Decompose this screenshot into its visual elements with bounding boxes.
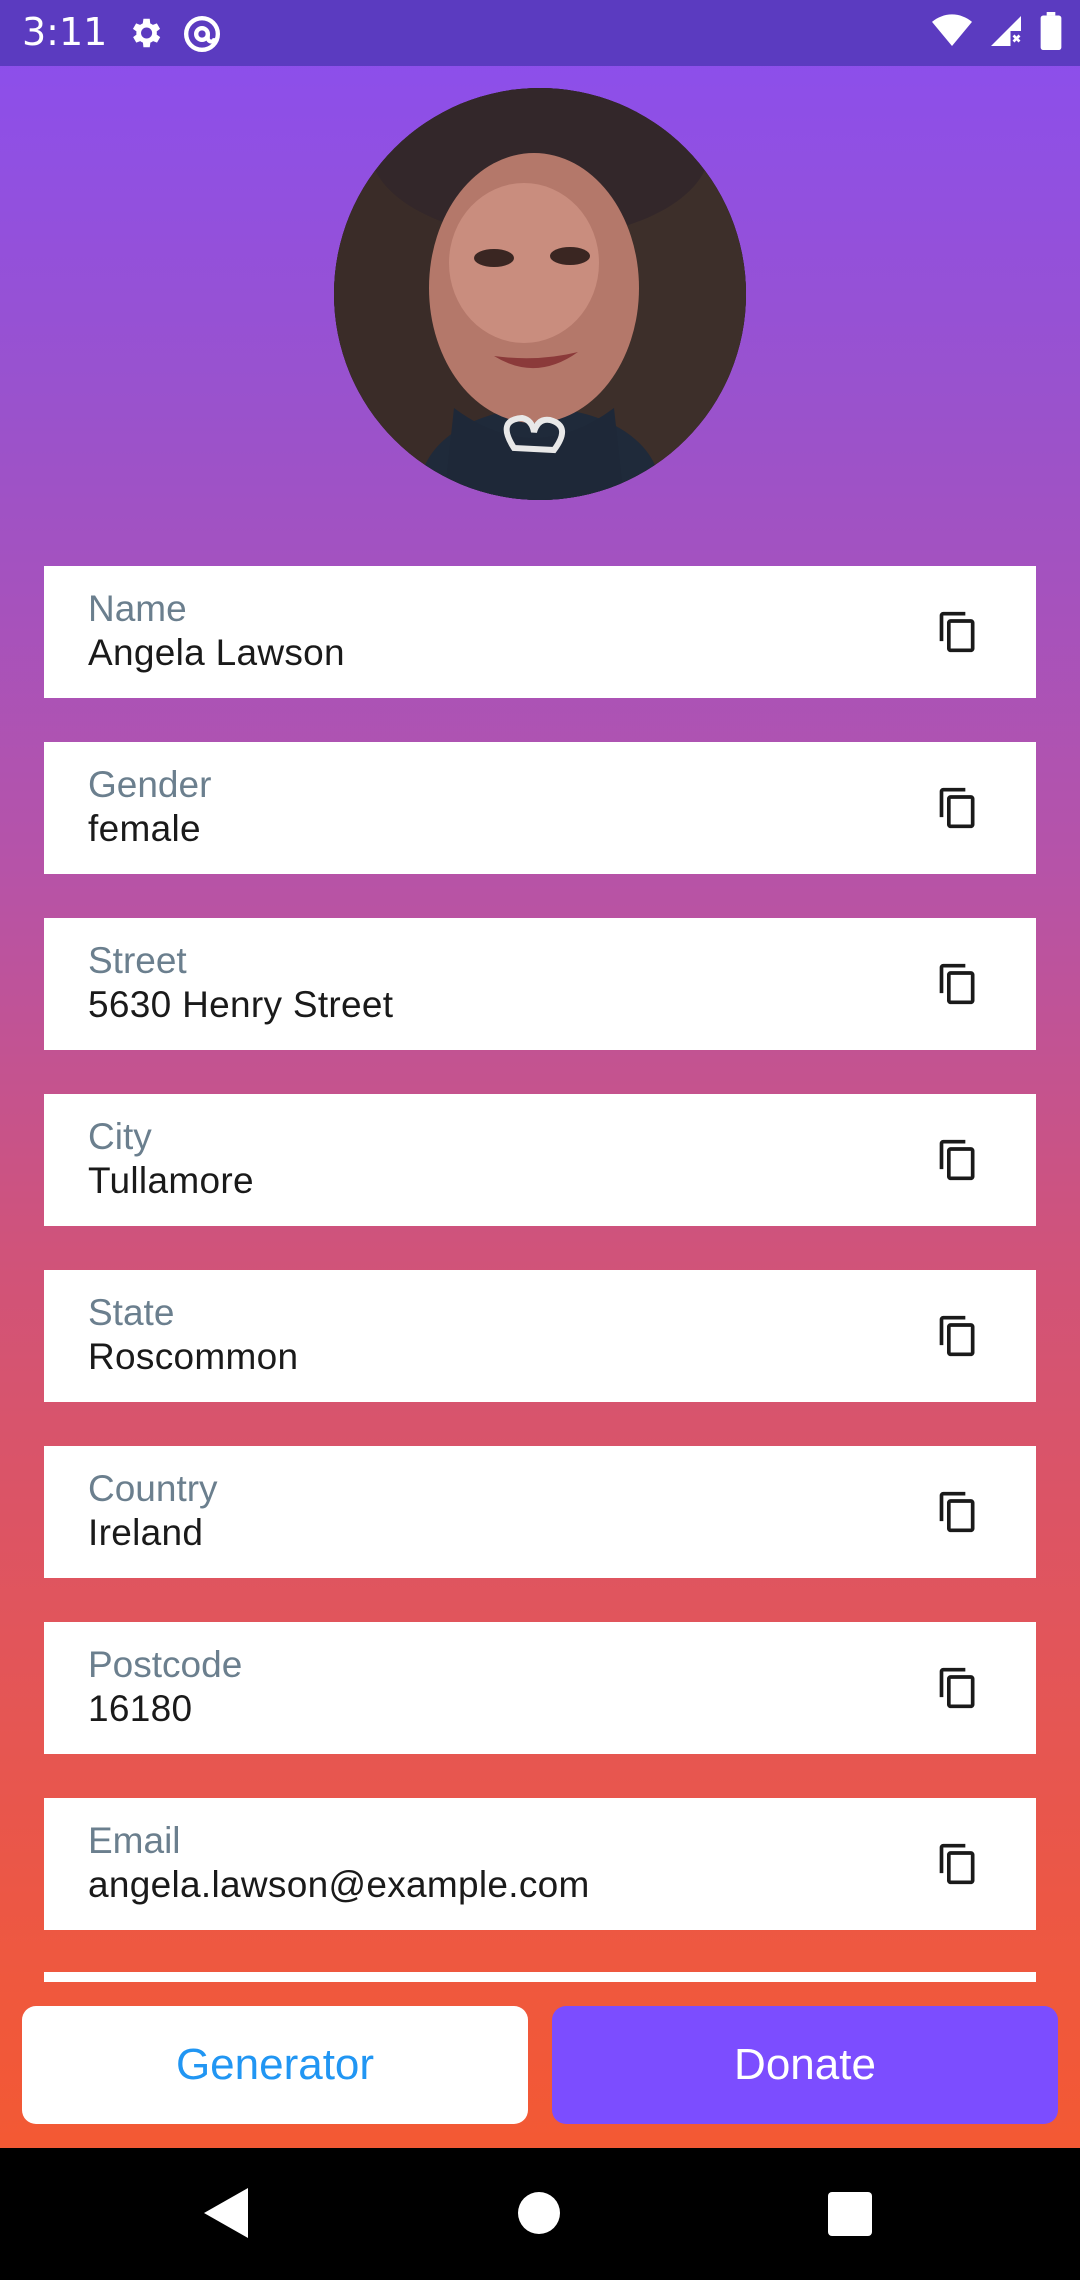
field-label: Gender — [88, 764, 212, 805]
field-card-name: Name Angela Lawson — [44, 566, 1036, 698]
field-label: Postcode — [88, 1644, 243, 1685]
profile-photo — [334, 88, 746, 500]
generator-button[interactable]: Generator — [22, 2006, 528, 2124]
recents-icon[interactable] — [828, 2192, 872, 2236]
status-right-icons — [932, 12, 1062, 50]
field-label: Email — [88, 1820, 181, 1861]
wifi-icon — [932, 14, 972, 48]
field-value: angela.lawson@example.com — [88, 1864, 590, 1905]
field-value: 16180 — [88, 1688, 193, 1729]
copy-icon[interactable] — [936, 610, 980, 654]
field-card-street: Street 5630 Henry Street — [44, 918, 1036, 1050]
app-screen: 3:11 Name Angela Lawson Gender female St… — [0, 0, 1080, 2280]
battery-icon — [1040, 12, 1062, 50]
field-card-email: Email angela.lawson@example.com — [44, 1798, 1036, 1930]
field-label: Name — [88, 588, 187, 629]
field-card-partial — [44, 1972, 1036, 1982]
field-card-state: State Roscommon — [44, 1270, 1036, 1402]
at-sign-icon — [182, 14, 222, 54]
donate-button[interactable]: Donate — [552, 2006, 1058, 2124]
field-label: Street — [88, 940, 187, 981]
copy-icon[interactable] — [936, 1666, 980, 1710]
navigation-bar — [0, 2148, 1080, 2280]
copy-icon[interactable] — [936, 1490, 980, 1534]
field-card-gender: Gender female — [44, 742, 1036, 874]
field-value: 5630 Henry Street — [88, 984, 394, 1025]
field-value: Roscommon — [88, 1336, 299, 1377]
field-value: female — [88, 808, 201, 849]
field-label: Country — [88, 1468, 218, 1509]
status-left-icons — [126, 14, 222, 54]
copy-icon[interactable] — [936, 1138, 980, 1182]
copy-icon[interactable] — [936, 1314, 980, 1358]
field-card-country: Country Ireland — [44, 1446, 1036, 1578]
field-value: Angela Lawson — [88, 632, 345, 673]
status-time: 3:11 — [22, 10, 108, 54]
field-card-city: City Tullamore — [44, 1094, 1036, 1226]
back-icon[interactable] — [204, 2188, 248, 2243]
copy-icon[interactable] — [936, 962, 980, 1006]
field-label: State — [88, 1292, 175, 1333]
copy-icon[interactable] — [936, 786, 980, 830]
avatar — [334, 88, 746, 500]
field-value: Tullamore — [88, 1160, 254, 1201]
copy-icon[interactable] — [936, 1842, 980, 1886]
field-card-postcode: Postcode 16180 — [44, 1622, 1036, 1754]
field-label: City — [88, 1116, 152, 1157]
status-bar: 3:11 — [0, 0, 1080, 66]
field-value: Ireland — [88, 1512, 204, 1553]
settings-icon — [126, 14, 164, 54]
home-icon[interactable] — [518, 2192, 560, 2234]
signal-icon — [988, 13, 1024, 49]
